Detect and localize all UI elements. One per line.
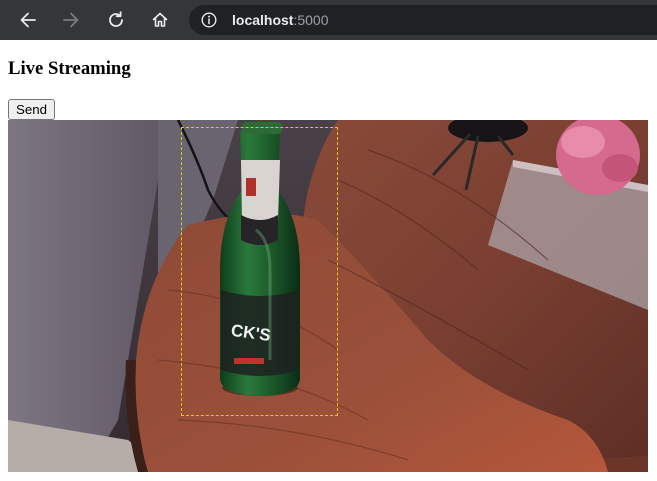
browser-toolbar: localhost:5000 xyxy=(0,0,657,40)
info-icon[interactable] xyxy=(201,12,217,28)
forward-button[interactable] xyxy=(57,6,85,34)
reload-button[interactable] xyxy=(102,6,130,34)
arrow-left-icon xyxy=(20,12,36,28)
back-button[interactable] xyxy=(14,6,42,34)
url-text[interactable]: localhost:5000 xyxy=(232,11,329,29)
reload-icon xyxy=(109,11,123,27)
url-port: :5000 xyxy=(293,12,329,28)
home-button[interactable] xyxy=(146,6,174,34)
page-title: Live Streaming xyxy=(8,58,131,79)
home-icon xyxy=(152,12,168,27)
arrow-right-icon xyxy=(63,12,79,28)
address-bar[interactable]: localhost:5000 xyxy=(189,5,657,35)
url-host: localhost xyxy=(232,12,294,28)
send-button[interactable]: Send xyxy=(8,99,55,120)
detection-box xyxy=(181,127,338,416)
video-stream: CK'S xyxy=(8,120,648,472)
